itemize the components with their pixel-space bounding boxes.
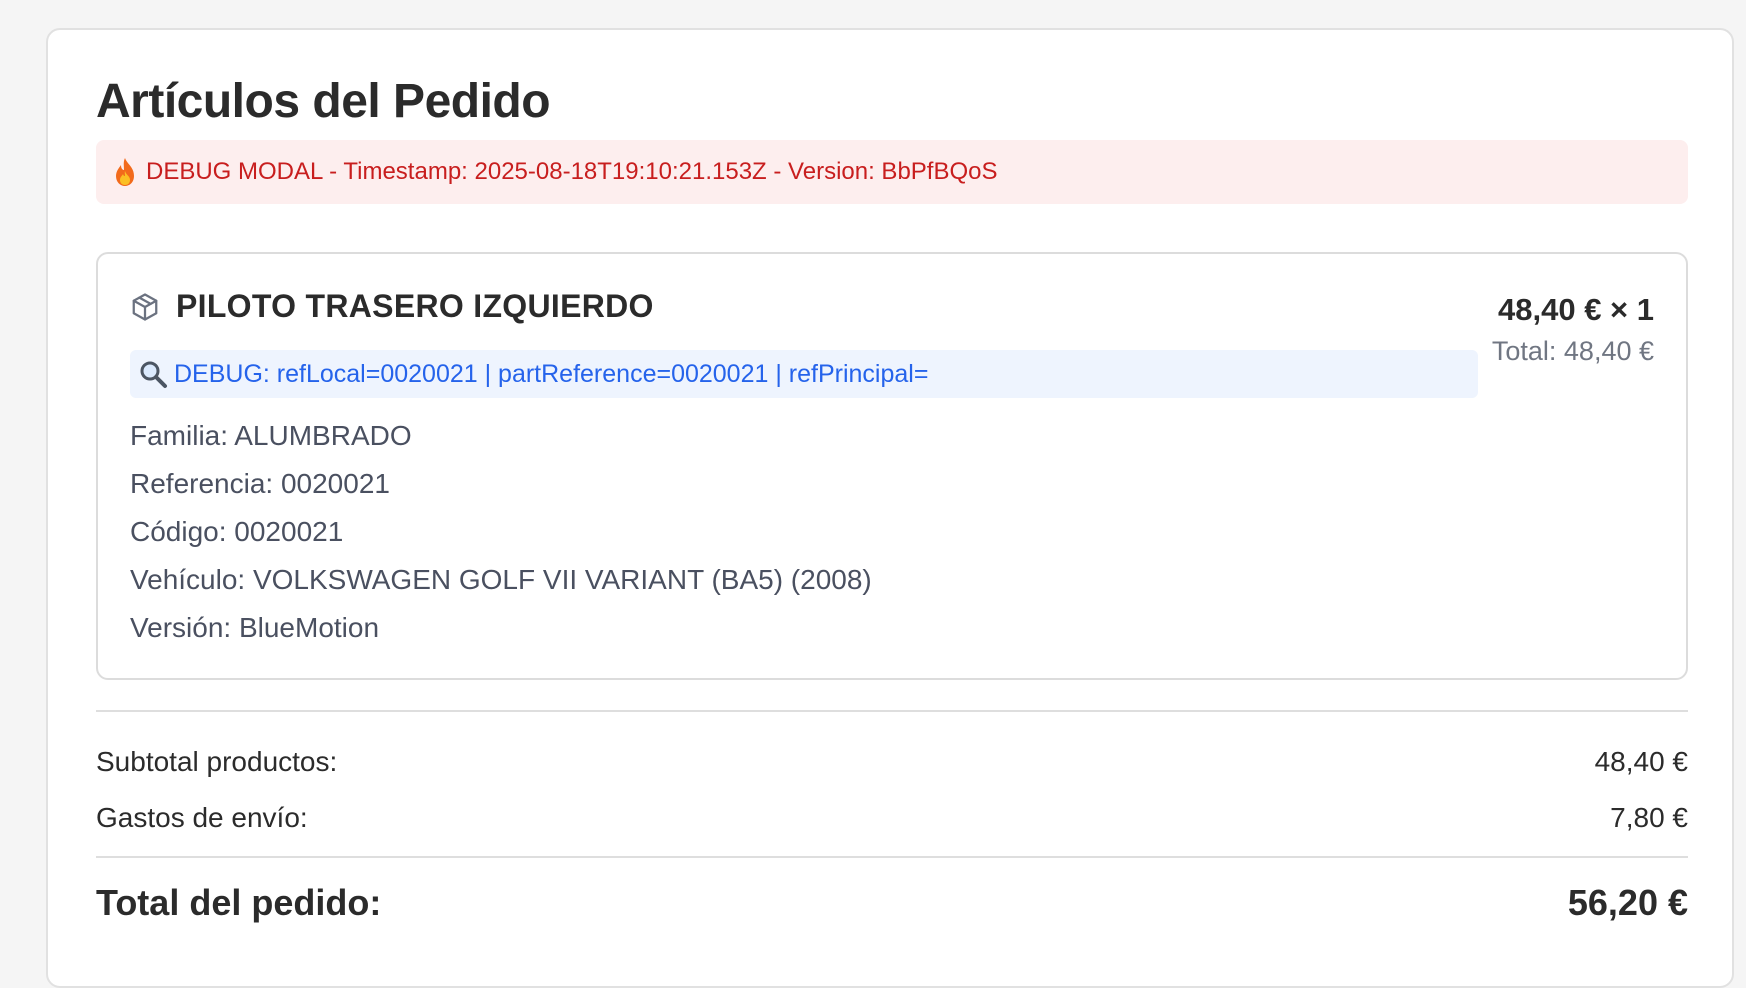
item-name: PILOTO TRASERO IZQUIERDO	[176, 288, 654, 324]
order-total-label: Total del pedido:	[96, 882, 382, 923]
debug-banner: DEBUG MODAL - Timestamp: 2025-08-18T19:1…	[96, 140, 1688, 204]
magnifier-icon	[140, 361, 167, 388]
order-item-card: PILOTO TRASERO IZQUIERDO 48,40 € × 1 Tot…	[96, 252, 1688, 680]
item-price: 48,40 € × 1 Total: 48,40 €	[1492, 292, 1654, 367]
item-details: Familia: ALUMBRADO Referencia: 0020021 C…	[130, 412, 872, 652]
item-version: Versión: BlueMotion	[130, 612, 380, 643]
unit-price-quantity: 48,40 € × 1	[1498, 292, 1654, 327]
summary-divider	[96, 710, 1688, 712]
subtotal-value: 48,40 €	[1594, 746, 1688, 777]
debug-banner-text: DEBUG MODAL - Timestamp: 2025-08-18T19:1…	[146, 158, 998, 185]
page-title: Artículos del Pedido	[96, 75, 551, 128]
fire-icon	[116, 158, 134, 186]
debug-references: DEBUG: refLocal=0020021 | partReference=…	[130, 350, 1478, 398]
subtotal-row: Subtotal productos: 48,40 €	[96, 746, 1688, 778]
box-icon	[132, 292, 158, 321]
debug-references-text: DEBUG: refLocal=0020021 | partReference=…	[174, 359, 929, 388]
item-family: Familia: ALUMBRADO	[130, 420, 412, 451]
item-header: PILOTO TRASERO IZQUIERDO	[130, 288, 654, 325]
order-total-row: Total del pedido: 56,20 €	[96, 882, 1688, 924]
item-reference: Referencia: 0020021	[130, 468, 390, 499]
order-items-modal: Artículos del Pedido DEBUG MODAL - Times…	[46, 28, 1734, 988]
total-divider	[96, 856, 1688, 858]
item-code: Código: 0020021	[130, 516, 344, 547]
shipping-value: 7,80 €	[1610, 802, 1688, 833]
subtotal-label: Subtotal productos:	[96, 746, 338, 777]
shipping-label: Gastos de envío:	[96, 802, 308, 833]
order-total-value: 56,20 €	[1567, 882, 1688, 923]
shipping-row: Gastos de envío: 7,80 €	[96, 802, 1688, 834]
item-line-total: Total: 48,40 €	[1491, 336, 1654, 366]
item-vehicle: Vehículo: VOLKSWAGEN GOLF VII VARIANT (B…	[130, 564, 872, 595]
